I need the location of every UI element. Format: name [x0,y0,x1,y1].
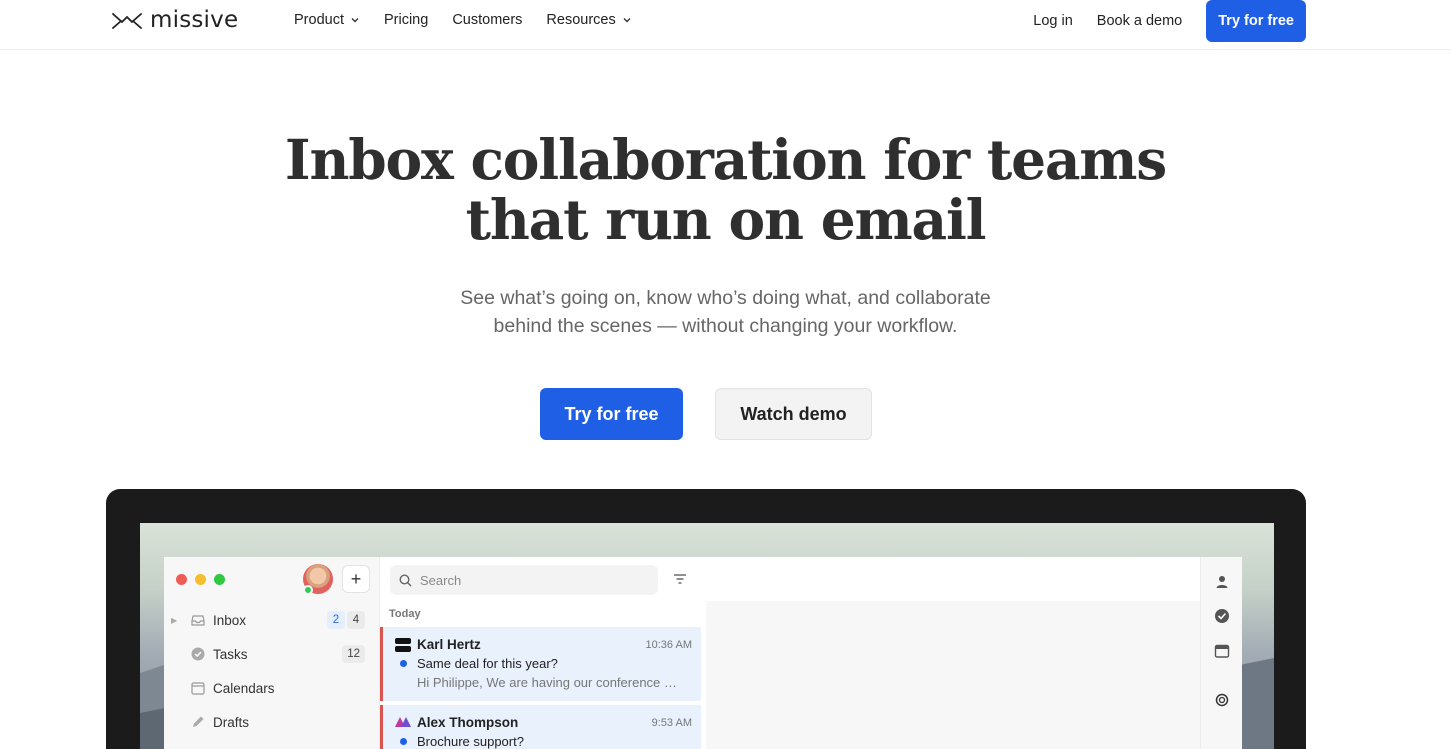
chevron-down-icon [351,18,359,23]
conversation-time: 9:53 AM [651,717,692,729]
online-status-icon [303,585,313,595]
calendar-icon [191,682,205,695]
conversation-subject: Same deal for this year? [417,656,558,671]
compose-add-button[interactable]: + [342,565,370,593]
conversation-preview: Hi Philippe, We are having our conferenc… [417,675,677,690]
conversation-sender: Alex Thompson [417,715,519,730]
conversation-row[interactable]: Alex Thompson 9:53 AM Brochure support? [380,705,701,749]
brand-name: missive [150,7,239,33]
nav-customers[interactable]: Customers [452,10,522,30]
nav-product-label: Product [294,12,344,28]
sidebar-item-label: Tasks [213,646,248,662]
hero-subtitle-line-1: See what’s going on, know who’s doing wh… [460,287,991,309]
openai-icon[interactable] [1214,692,1230,708]
nav-pricing-label: Pricing [383,12,429,28]
window-controls [176,574,225,585]
inbox-icon [191,615,205,626]
laptop-mockup: + ▶ Inbox 2 4 Tasks 12 Calendars Drafts … [106,489,1306,749]
pencil-icon [193,716,204,727]
calendar-icon[interactable] [1214,643,1230,659]
task-check-icon[interactable] [1214,608,1230,624]
chevron-down-icon [623,18,631,23]
sidebar-item-drafts[interactable]: Drafts [164,707,380,737]
mockup-screen: + ▶ Inbox 2 4 Tasks 12 Calendars Drafts … [140,523,1274,749]
login-link[interactable]: Log in [1033,13,1073,29]
sidebar-item-calendars[interactable]: Calendars [164,673,380,703]
inbox-badges: 2 4 [327,611,365,629]
right-sidebar [1200,557,1242,749]
filter-icon[interactable] [672,572,688,586]
nav-actions: Log in Book a demo Try for free [1033,0,1306,42]
conversation-subject: Brochure support? [417,734,524,749]
hero-subtitle: See what’s going on, know who’s doing wh… [0,284,1451,340]
nav-pricing[interactable]: Pricing [384,10,428,30]
conversation-sender: Karl Hertz [417,637,481,652]
hero-title-line-2: that run on email [465,187,987,252]
app-sidebar: + ▶ Inbox 2 4 Tasks 12 Calendars Drafts [164,557,380,749]
sidebar-item-label: Drafts [213,714,250,730]
sender-logo-icon [395,717,411,727]
sidebar-item-label: Calendars [213,680,275,696]
hero-title: Inbox collaboration for teams that run o… [0,130,1451,250]
brand-logo[interactable]: missive [112,6,238,34]
search-placeholder: Search [420,572,462,588]
group-label-today: Today [389,608,421,620]
unread-dot-icon [400,660,407,667]
close-window-dot[interactable] [176,574,187,585]
book-demo-link[interactable]: Book a demo [1097,13,1182,29]
hero-title-line-1: Inbox collaboration for teams [284,127,1167,192]
maximize-window-dot[interactable] [214,574,225,585]
conversation-row[interactable]: Karl Hertz 10:36 AM Same deal for this y… [380,627,701,701]
tasks-badges: 12 [342,645,365,663]
check-circle-icon [191,647,205,661]
hero-subtitle-line-2: behind the scenes — without changing you… [493,315,958,337]
main-nav-links: Product Pricing Customers Resources [294,10,632,30]
search-icon [399,573,412,586]
inbox-count-badge: 4 [347,611,365,629]
nav-resources-label: Resources [546,12,616,28]
reading-pane [706,601,1200,749]
watch-demo-button[interactable]: Watch demo [715,388,872,440]
nav-resources[interactable]: Resources [546,10,631,30]
sender-logo-icon [395,638,411,652]
minimize-window-dot[interactable] [195,574,206,585]
missive-logo-icon [112,13,142,29]
top-navbar: missive Product Pricing Customers Resour… [0,0,1451,50]
try-free-hero-button[interactable]: Try for free [540,388,683,440]
expand-arrow-icon[interactable]: ▶ [171,616,177,625]
try-free-nav-button[interactable]: Try for free [1206,0,1306,42]
nav-product[interactable]: Product [294,10,360,30]
contact-icon[interactable] [1214,574,1230,590]
sidebar-item-tasks[interactable]: Tasks 12 [164,639,380,669]
reading-pane-toolbar [706,557,1200,601]
missive-app-window: + ▶ Inbox 2 4 Tasks 12 Calendars Drafts … [164,557,1242,749]
conversation-list-pane: Search Today Karl Hertz 10:36 AM Same de… [380,557,706,749]
search-input[interactable]: Search [390,565,658,595]
nav-customers-label: Customers [452,12,523,28]
inbox-unread-badge: 2 [327,611,345,629]
conversation-time: 10:36 AM [645,639,692,651]
sidebar-item-inbox[interactable]: ▶ Inbox 2 4 [164,605,380,635]
tasks-count-badge: 12 [342,645,365,663]
sidebar-item-label: Inbox [213,612,247,628]
unread-dot-icon [400,738,407,745]
